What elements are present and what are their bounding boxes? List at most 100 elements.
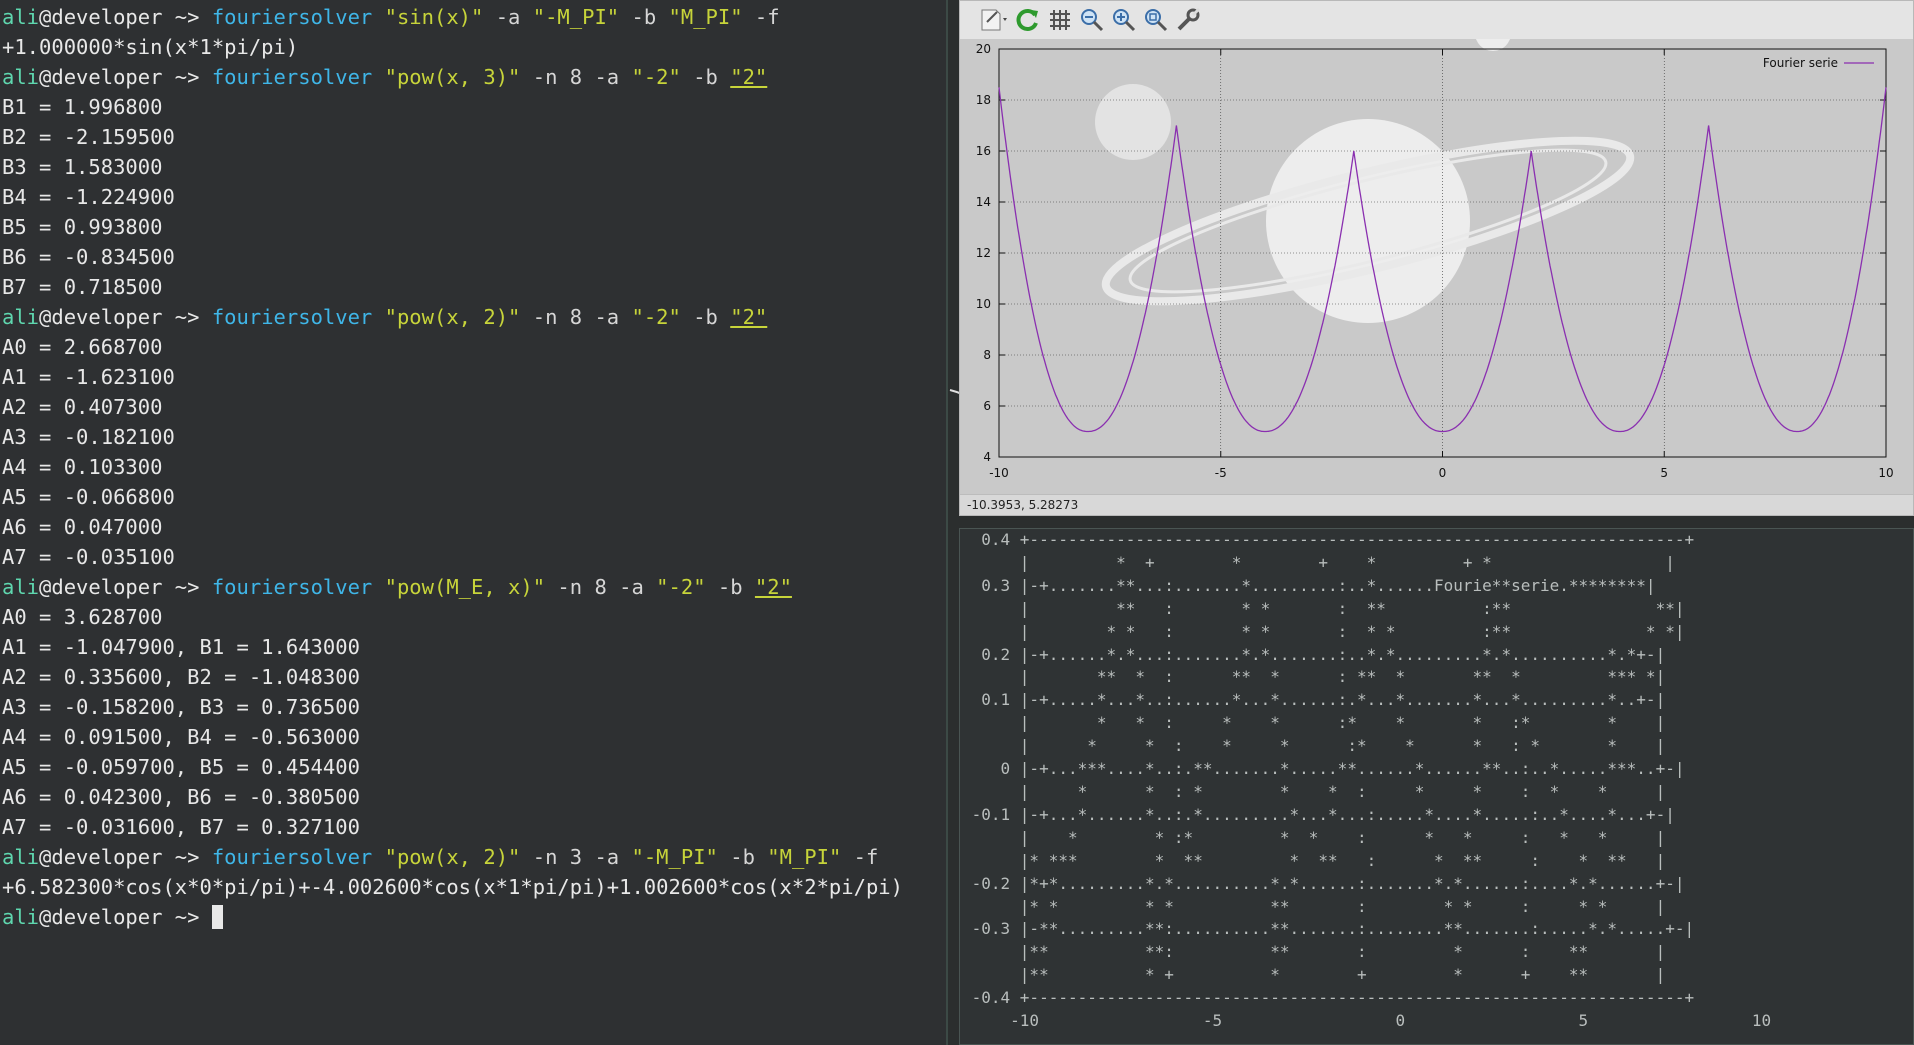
prompt-host: @developer ~> <box>39 845 212 869</box>
command-argument: "pow(x, 2)" <box>372 305 521 329</box>
ascii-plot-line: |** * + * + * + ** | <box>962 965 1666 985</box>
ascii-plot-terminal[interactable]: 0.4 +-----------------------------------… <box>959 528 1914 1045</box>
ascii-plot-line: | * * :* * * : * * : * * | <box>962 827 1666 847</box>
ascii-plot-line: 0 |-+...***....*..:.**.......*.....**...… <box>962 759 1685 779</box>
ascii-plot-line: -0.4 +----------------------------------… <box>962 988 1695 1008</box>
command-argument: -b <box>619 5 669 29</box>
ascii-plot-line: | ** * : ** * : ** * ** * *** *| <box>962 667 1666 687</box>
terminal-prompt-line: ali@developer ~> fouriersolver "pow(x, 2… <box>2 842 903 872</box>
ascii-plot-line: | * * : * * :* * * : * * | <box>962 736 1666 756</box>
y-tick-label: 10 <box>976 297 991 311</box>
grid-icon[interactable] <box>1046 6 1074 34</box>
command-argument: -n 8 -a <box>520 65 632 89</box>
command-argument: -f <box>841 845 879 869</box>
y-tick-label: 16 <box>976 144 991 158</box>
terminal-output-line: B3 = 1.583000 <box>2 155 163 179</box>
terminal-output-line: A6 = 0.042300, B6 = -0.380500 <box>2 785 360 809</box>
command-argument: -f <box>742 5 780 29</box>
terminal-prompt-line: ali@developer ~> fouriersolver "pow(x, 3… <box>2 62 903 92</box>
terminal-output-line: A1 = -1.047900, B1 = 1.643000 <box>2 635 360 659</box>
ascii-plot-line: -0.2 |*+*.........*.*..........*.*......… <box>962 873 1685 893</box>
ascii-plot-line: 0.2 |-+......*.*...:.......*.*.......:..… <box>962 644 1666 664</box>
command-name: fouriersolver <box>211 65 373 89</box>
terminal-output-line: B1 = 1.996800 <box>2 95 163 119</box>
terminal-output-line: A5 = -0.066800 <box>2 485 175 509</box>
terminal-output-line: A2 = 0.407300 <box>2 395 163 419</box>
command-argument: "-M_PI" <box>631 845 718 869</box>
command-argument: -n 3 -a <box>520 845 632 869</box>
zoom-in-icon[interactable] <box>1110 6 1138 34</box>
terminal-output-line: +6.582300*cos(x*0*pi/pi)+-4.002600*cos(x… <box>2 875 903 899</box>
prompt-host: @developer ~> <box>39 65 212 89</box>
ascii-plot-line: -10 -5 0 5 10 <box>962 1011 1772 1031</box>
terminal-output-line: A6 = 0.047000 <box>2 515 163 539</box>
terminal-output-line: A2 = 0.335600, B2 = -1.048300 <box>2 665 360 689</box>
command-argument: -n 8 -a <box>520 305 632 329</box>
x-tick-label: 0 <box>1439 466 1447 480</box>
terminal-output-line: A7 = -0.031600, B7 = 0.327100 <box>2 815 360 839</box>
ascii-plot-output: 0.4 +-----------------------------------… <box>962 529 1772 1033</box>
zoom-out-icon[interactable] <box>1078 6 1106 34</box>
prompt-host: @developer ~> <box>39 575 212 599</box>
terminal-output-line: B5 = 0.993800 <box>2 215 163 239</box>
ascii-plot-line: | * + * + * + * | <box>962 552 1675 572</box>
x-tick-label: -10 <box>989 466 1009 480</box>
plot-area[interactable]: -10 -5 0 5 10 4 6 8 10 12 14 16 18 20 Fourier serie <box>960 15 1913 494</box>
zoom-fit-icon[interactable] <box>1142 6 1170 34</box>
command-argument: "sin(x)" <box>372 5 484 29</box>
terminal-output-line: A0 = 2.668700 <box>2 335 163 359</box>
y-tick-label: 18 <box>976 93 991 107</box>
ascii-plot-line: | ** : * * : ** :** **| <box>962 598 1685 618</box>
ascii-plot-line: -0.3 |-**.........**:..........**.......… <box>962 919 1695 939</box>
terminal-output-line: A4 = 0.091500, B4 = -0.563000 <box>2 725 360 749</box>
command-argument: "2" <box>730 305 768 329</box>
command-argument: "pow(M_E, x)" <box>372 575 546 599</box>
refresh-icon[interactable] <box>1014 6 1042 34</box>
prompt-user: ali <box>2 905 40 929</box>
command-name: fouriersolver <box>211 845 373 869</box>
command-argument: -n 8 -a <box>545 575 657 599</box>
legend-label: Fourier serie <box>1763 56 1838 70</box>
terminal-prompt-line: ali@developer ~> fouriersolver "sin(x)" … <box>2 2 903 32</box>
command-argument: -a <box>483 5 533 29</box>
ascii-plot-line: 0.1 |-+.....*...*..:......*...*......:.*… <box>962 690 1666 710</box>
ascii-plot-line: |* * * * ** : * * : * * | <box>962 896 1666 916</box>
command-name: fouriersolver <box>211 575 373 599</box>
export-icon[interactable] <box>978 6 1007 34</box>
command-argument: "2" <box>730 65 768 89</box>
command-argument: -b <box>717 845 768 869</box>
y-tick-label: 12 <box>976 246 991 260</box>
command-argument: -b <box>680 65 731 89</box>
y-tick-label: 8 <box>983 348 991 362</box>
terminal-output-line: A0 = 3.628700 <box>2 605 163 629</box>
prompt-host: @developer ~> <box>39 5 212 29</box>
command-argument: "M_PI" <box>668 5 743 29</box>
command-name: fouriersolver <box>211 5 373 29</box>
x-tick-label: 5 <box>1660 466 1668 480</box>
command-argument: -b <box>705 575 755 599</box>
terminal-output-line: A4 = 0.103300 <box>2 455 163 479</box>
background-decoration <box>1095 15 1635 323</box>
settings-icon[interactable] <box>1174 6 1202 34</box>
x-tick-label: -5 <box>1215 466 1227 480</box>
y-tick-label: 20 <box>976 42 991 56</box>
terminal-output-line: B7 = 0.718500 <box>2 275 163 299</box>
terminal-output-line: A7 = -0.035100 <box>2 545 175 569</box>
terminal-output-line: +1.000000*sin(x*1*pi/pi) <box>2 35 299 59</box>
terminal-window[interactable]: ali@developer ~> fouriersolver "sin(x)" … <box>0 0 948 1045</box>
terminal-output-line: A3 = -0.182100 <box>2 425 175 449</box>
command-argument: -b <box>680 305 731 329</box>
fourier-chart: -10 -5 0 5 10 4 6 8 10 12 14 16 18 20 Fourier serie <box>976 15 1894 480</box>
terminal-output-line: A3 = -0.158200, B3 = 0.736500 <box>2 695 360 719</box>
terminal-prompt-line: ali@developer ~> fouriersolver "pow(M_E,… <box>2 572 903 602</box>
plot-window[interactable]: -10 -5 0 5 10 4 6 8 10 12 14 16 18 20 Fourier serie -… <box>959 0 1914 516</box>
terminal-output-line: A1 = -1.623100 <box>2 365 175 389</box>
ascii-plot-line: 0.3 |-+.......**...:.......*.........:..… <box>962 575 1656 595</box>
ascii-plot-line: |* *** * ** * ** : * ** : * ** | <box>962 850 1666 870</box>
prompt-user: ali <box>2 5 40 29</box>
command-argument: "-2" <box>656 575 706 599</box>
y-tick-label: 6 <box>983 399 991 413</box>
ascii-plot-line: | * * : * * * : * * : * * | <box>962 781 1666 801</box>
plot-toolbar <box>960 1 1913 40</box>
ascii-plot-line: -0.1 |-+...*......*..:.*.........*...*..… <box>962 804 1675 824</box>
